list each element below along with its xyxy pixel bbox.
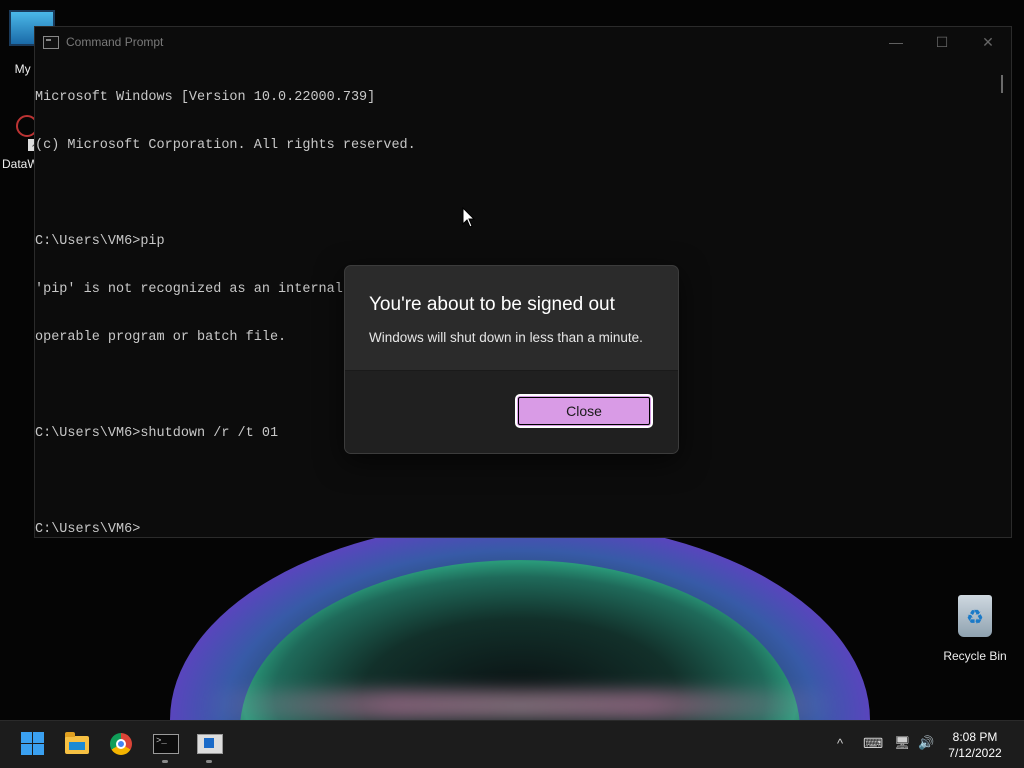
console-line: Microsoft Windows [Version 10.0.22000.73… — [35, 90, 376, 105]
window-title: Command Prompt — [66, 35, 164, 49]
console-scrollbar[interactable] — [1001, 75, 1003, 93]
maximize-button[interactable]: ☐ — [919, 27, 965, 57]
desktop-icon-label: Recycle Bin — [943, 649, 1007, 663]
taskbar-file-explorer[interactable] — [64, 731, 90, 757]
chrome-icon — [110, 733, 132, 755]
taskbar-chrome[interactable] — [108, 731, 134, 757]
volume-icon[interactable]: 🔊 — [918, 735, 934, 751]
console-line: C:\Users\VM6>pip — [35, 234, 165, 249]
taskbar-app-window[interactable] — [196, 731, 223, 757]
taskbar-clock[interactable]: 8:08 PM 7/12/2022 — [940, 729, 1010, 761]
windows-logo-icon — [33, 744, 44, 755]
app-window-icon — [197, 734, 223, 754]
dialog-content: You're about to be signed out Windows wi… — [345, 266, 678, 372]
signout-dialog: You're about to be signed out Windows wi… — [344, 265, 679, 454]
running-indicator — [162, 760, 168, 763]
window-controls: — ☐ ✕ — [873, 27, 1011, 57]
taskbar: ^ ⌨ 🖥 🔊 8:08 PM 7/12/2022 — [0, 720, 1024, 768]
dialog-footer: Close — [345, 370, 678, 453]
close-button[interactable]: Close — [515, 394, 653, 428]
dialog-message: Windows will shut down in less than a mi… — [369, 330, 643, 345]
running-indicator — [206, 760, 212, 763]
close-window-button[interactable]: ✕ — [965, 27, 1011, 57]
recycle-bin-icon — [958, 595, 992, 637]
keyboard-icon[interactable]: ⌨ — [863, 735, 883, 752]
console-line: (c) Microsoft Corporation. All rights re… — [35, 138, 416, 153]
mouse-cursor-icon — [462, 207, 476, 228]
network-icon[interactable]: 🖥 — [894, 735, 911, 751]
minimize-button[interactable]: — — [873, 27, 919, 57]
start-button[interactable] — [20, 731, 46, 757]
console-icon — [43, 35, 59, 49]
clock-time: 8:08 PM — [952, 730, 998, 744]
window-titlebar[interactable]: Command Prompt — ☐ ✕ — [35, 27, 1011, 57]
clock-date: 7/12/2022 — [948, 746, 1002, 760]
console-prompt-line[interactable]: C:\Users\VM6> — [35, 522, 995, 538]
show-hidden-icons-chevron-icon[interactable]: ^ — [837, 736, 843, 751]
windows-logo-icon — [21, 732, 32, 743]
folder-icon — [65, 732, 89, 754]
windows-logo-icon — [21, 744, 32, 755]
desktop-icon-recycle-bin[interactable]: Recycle Bin — [940, 595, 1010, 663]
wallpaper-glow — [200, 690, 840, 720]
dialog-title: You're about to be signed out — [369, 294, 615, 315]
command-prompt-icon — [153, 734, 179, 754]
windows-logo-icon — [33, 732, 44, 743]
taskbar-command-prompt[interactable] — [152, 731, 179, 757]
